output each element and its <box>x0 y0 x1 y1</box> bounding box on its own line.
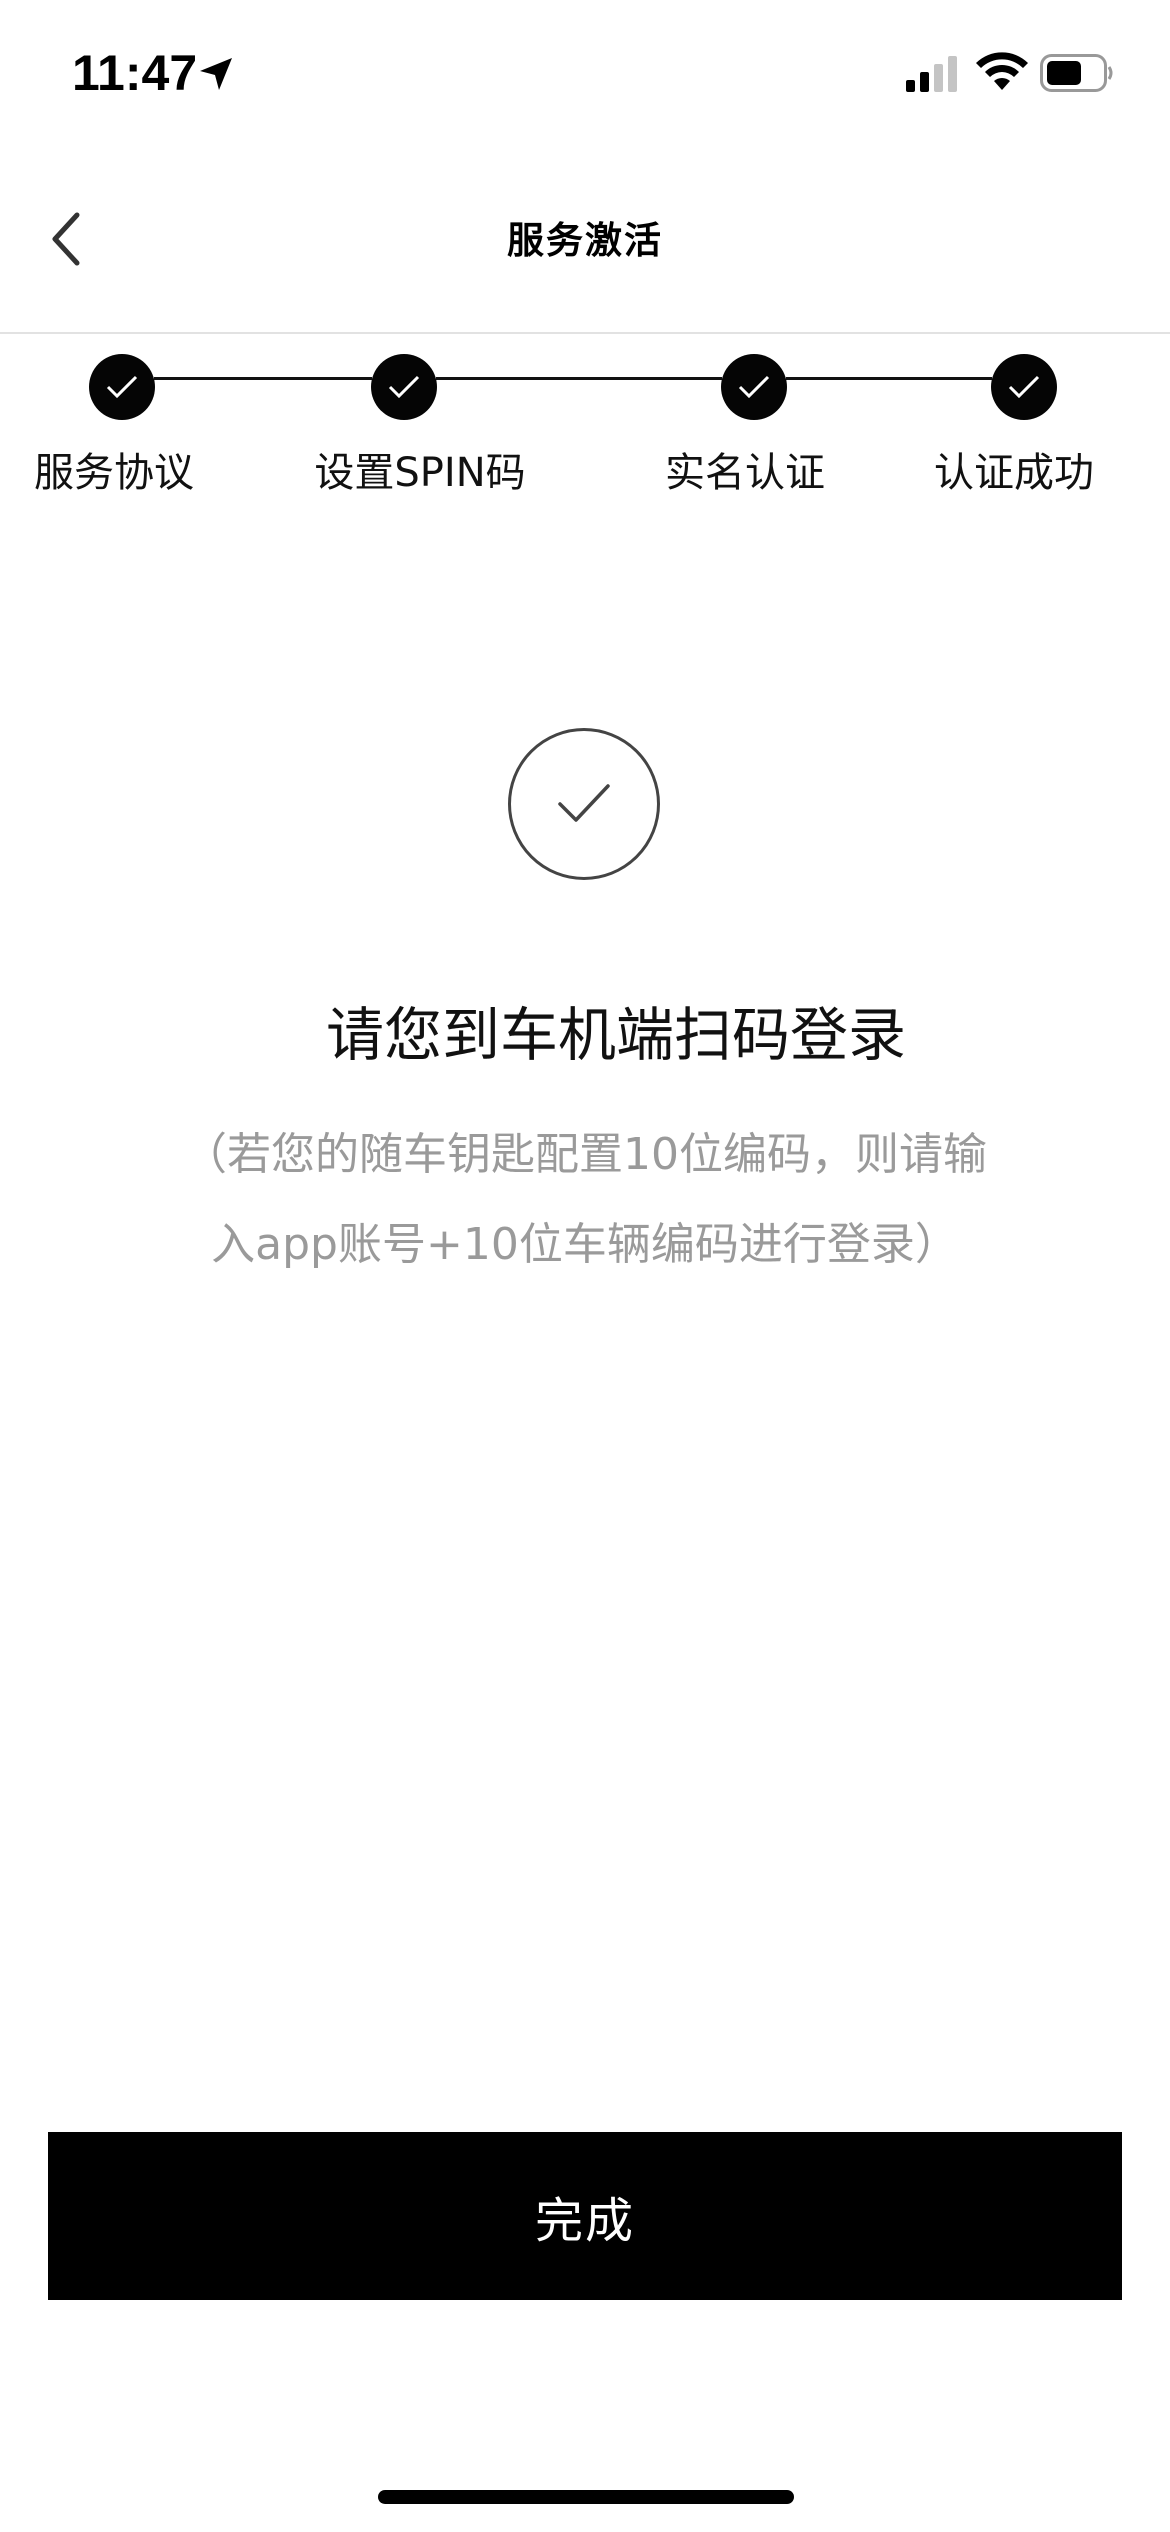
step-label-agreement: 服务协议 <box>34 450 194 496</box>
step-complete-dot <box>991 354 1057 420</box>
progress-stepper: 服务协议 设置SPIN码 实名认证 认证成功 <box>0 334 1170 514</box>
page-title: 服务激活 <box>507 219 663 262</box>
status-bar: 11:47 <box>0 0 1170 140</box>
cellular-signal-icon <box>906 56 957 92</box>
step-complete-dot <box>721 354 787 420</box>
result-message: 请您到车机端扫码登录 <box>325 1001 906 1069</box>
step-complete-dot <box>371 354 437 420</box>
step-complete-dot <box>89 354 155 420</box>
checkmark-icon <box>558 784 610 822</box>
hint-line-1: （若您的随车钥匙配置10位编码，则请输 <box>183 1129 987 1180</box>
battery-icon <box>1040 54 1113 92</box>
status-time: 11:47 <box>72 45 198 101</box>
navigation-bar: 服务激活 <box>0 140 1170 334</box>
service-activation-screen: 11:47 服务激活 服务协议 设置SPIN码 实名认证 认证成功 请您到车机端… <box>0 0 1170 2532</box>
result-hint: （若您的随车钥匙配置10位编码，则请输 入app账号+10位车辆编码进行登录） <box>130 1110 1040 1290</box>
step-connector <box>154 377 372 380</box>
step-label-verified: 认证成功 <box>934 450 1094 496</box>
done-button[interactable]: 完成 <box>48 2132 1122 2300</box>
checkmark-icon <box>1008 375 1040 399</box>
step-label-set-spin: 设置SPIN码 <box>314 450 526 496</box>
step-connector <box>786 377 992 380</box>
location-arrow-icon <box>200 58 232 90</box>
checkmark-icon <box>738 375 770 399</box>
checkmark-icon <box>388 375 420 399</box>
step-label-real-name: 实名认证 <box>665 450 825 496</box>
success-check-icon <box>508 728 660 880</box>
checkmark-icon <box>106 375 138 399</box>
home-indicator[interactable] <box>378 2490 794 2504</box>
step-connector <box>436 377 722 380</box>
hint-line-2: 入app账号+10位车辆编码进行登录） <box>211 1219 959 1270</box>
wifi-icon <box>976 52 1028 90</box>
